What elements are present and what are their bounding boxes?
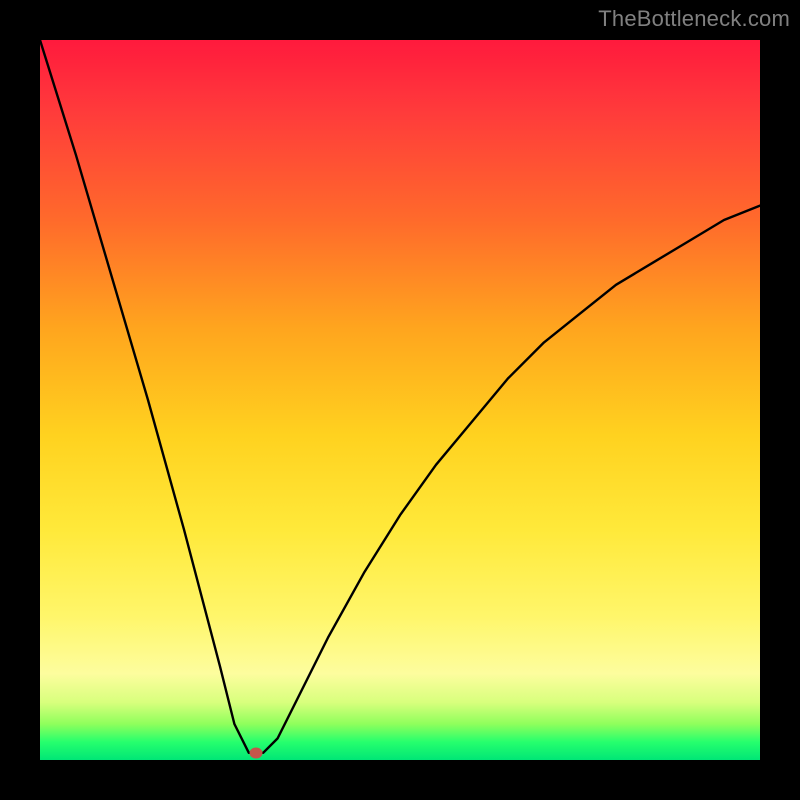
watermark-text: TheBottleneck.com <box>598 6 790 32</box>
bottleneck-curve <box>40 40 760 760</box>
current-point-marker <box>250 747 263 758</box>
plot-area <box>40 40 760 760</box>
chart-frame: TheBottleneck.com <box>0 0 800 800</box>
